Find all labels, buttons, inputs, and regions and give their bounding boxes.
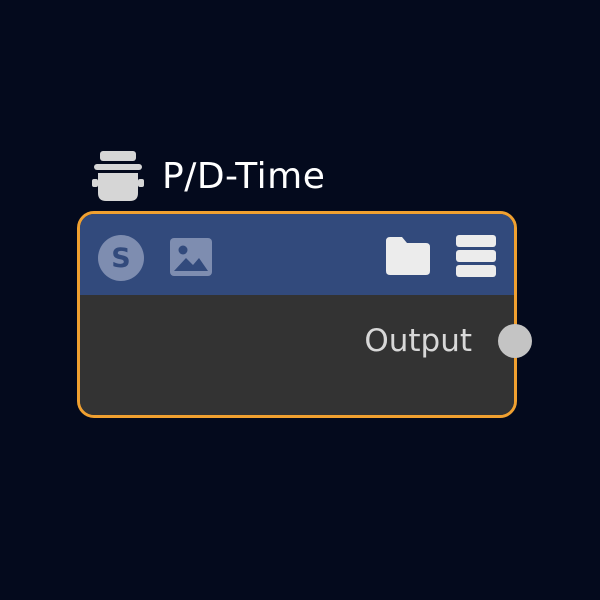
node-title-row: P/D-Time xyxy=(90,145,325,209)
output-label: Output xyxy=(364,323,472,359)
s-circle-icon[interactable]: S xyxy=(97,234,145,282)
svg-text:S: S xyxy=(111,243,130,274)
node-canvas: P/D-Time S Output xyxy=(0,0,600,600)
node-header: S xyxy=(80,214,514,295)
image-icon[interactable] xyxy=(168,234,214,280)
output-port[interactable] xyxy=(498,324,532,358)
folder-icon[interactable] xyxy=(384,235,432,277)
node-card[interactable]: S Output xyxy=(77,211,517,418)
node-title: P/D-Time xyxy=(162,156,326,197)
bucket-icon xyxy=(90,149,146,205)
menu-icon[interactable] xyxy=(454,233,498,279)
